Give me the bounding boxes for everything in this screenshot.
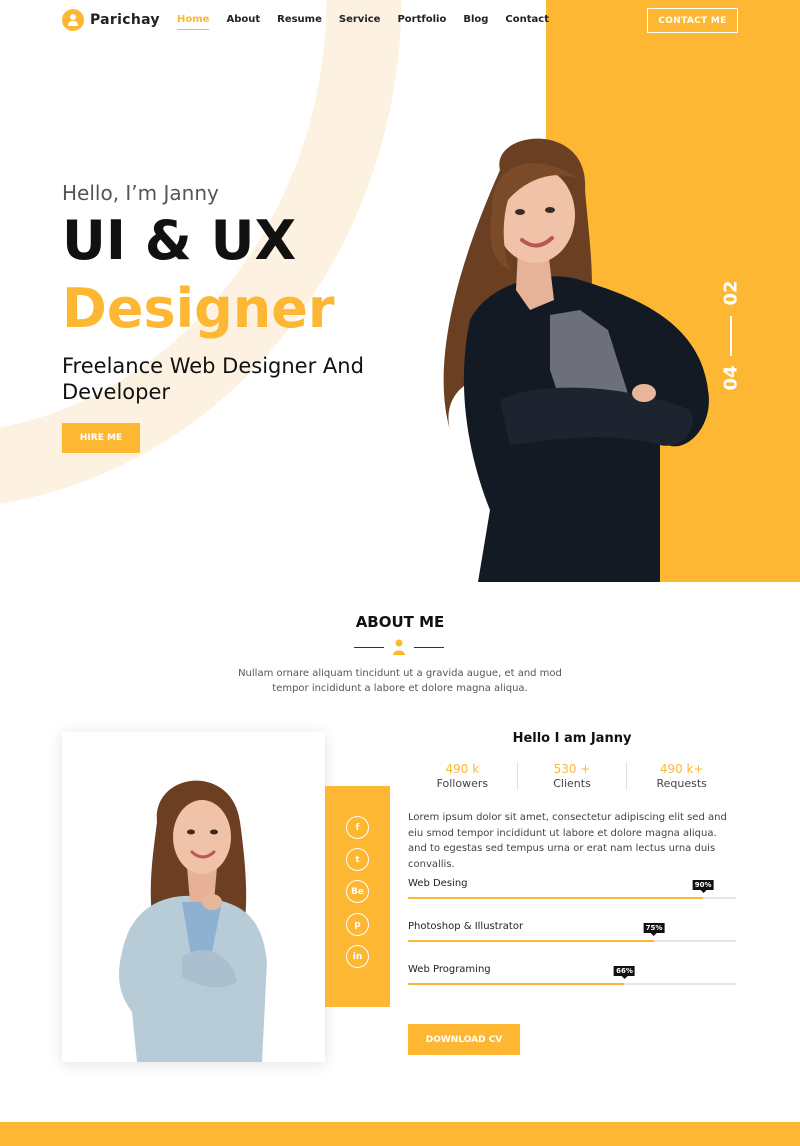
stat-value: 490 k+ [659,762,704,776]
user-icon [393,639,405,655]
skill-name: Photoshop & Illustrator [408,921,524,932]
hero-role-line1: UI & UX [62,209,297,272]
hero-role-line2: Designer [62,277,335,340]
twitter-icon[interactable]: t [346,848,369,871]
stat-followers: 490 k Followers [408,762,517,790]
hero-greeting: Hello, I’m Janny [62,181,219,205]
slide-divider [730,316,732,356]
behance-icon[interactable]: Be [346,880,369,903]
nav-resume[interactable]: Resume [277,14,322,29]
skill-fill [408,897,704,899]
download-cv-button[interactable]: DOWNLOAD CV [408,1024,520,1055]
skill-percent-tip: 75% [643,923,665,936]
stat-requests: 490 k+ Requests [626,762,736,790]
hire-me-button[interactable]: HIRE ME [62,423,140,453]
skill-web-design: Web Desing 90% [408,878,736,908]
skill-track [408,983,736,985]
profile-portrait-image [119,780,268,1062]
about-greeting: Hello I am Janny [512,731,632,746]
profile-photo-card [62,732,325,1062]
stats-row: 490 k Followers 530 + Clients 490 k+ Req… [408,762,736,790]
skill-name: Web Programing [408,964,491,975]
nav-contact[interactable]: Contact [505,14,549,29]
skill-fill [408,983,625,985]
skill-percent-tip: 90% [692,880,714,893]
user-logo-icon [62,9,84,31]
hero-subtitle: Freelance Web Designer And Developer [62,354,364,404]
skill-photoshop: Photoshop & Illustrator 75% [408,921,736,951]
nav-home[interactable]: Home [177,14,210,30]
nav-blog[interactable]: Blog [463,14,488,29]
skill-fill [408,940,654,942]
stat-value: 490 k [445,762,480,776]
stat-label: Requests [656,777,707,790]
stat-clients: 530 + Clients [516,762,627,790]
slide-current: 02 [720,280,742,306]
stat-label: Followers [436,777,489,790]
site-logo[interactable]: Parichay [62,9,160,31]
pinterest-icon[interactable]: p [346,913,369,936]
footer-strip [0,1122,800,1146]
social-links-bar: f t Be p in [325,786,390,1007]
about-title: ABOUT ME [355,613,445,631]
skill-name: Web Desing [408,878,468,889]
stat-value: 530 + [553,762,591,776]
nav-portfolio[interactable]: Portfolio [397,14,446,29]
stat-label: Clients [553,777,591,790]
linkedin-icon[interactable]: in [346,945,369,968]
skill-track [408,940,736,942]
slide-indicator: 02 04 [720,270,742,400]
facebook-icon[interactable]: f [346,816,369,839]
contact-me-button[interactable]: CONTACT ME [647,8,738,33]
hero-portrait-image [443,138,709,582]
slide-total: 04 [720,365,742,391]
about-divider [354,638,444,656]
about-body: Lorem ipsum dolor sit amet, consectetur … [408,812,727,870]
main-nav: Home About Resume Service Portfolio Blog… [177,14,566,30]
brand-name: Parichay [90,12,160,28]
skill-percent-tip: 66% [614,966,635,979]
about-description: Nullam ornare aliquam tincidunt ut a gra… [238,668,562,694]
nav-service[interactable]: Service [339,14,381,29]
nav-about[interactable]: About [226,14,260,29]
skill-web-programming: Web Programing 66% [408,964,736,994]
skill-track [408,897,736,899]
